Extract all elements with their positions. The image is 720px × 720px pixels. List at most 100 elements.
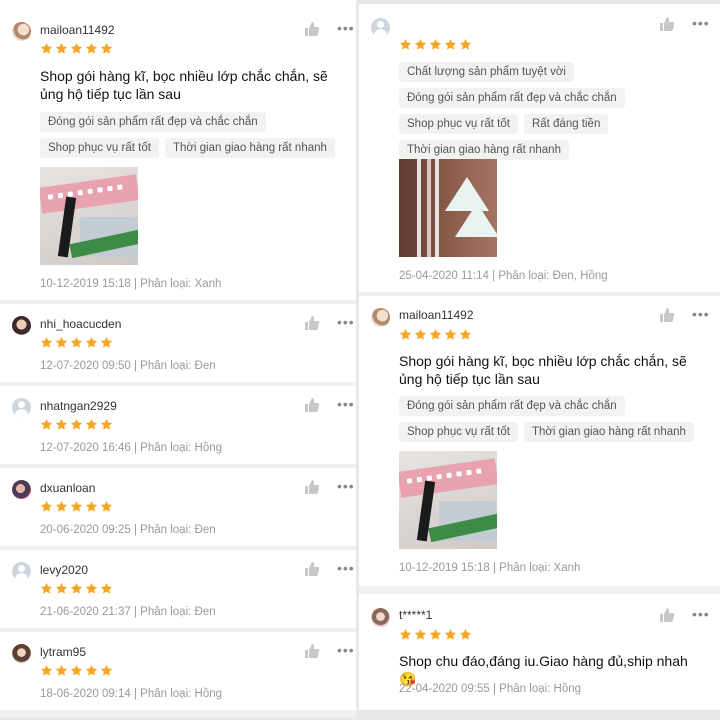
review-divider <box>359 586 720 594</box>
star-icon <box>429 38 442 50</box>
star-icon <box>100 418 113 430</box>
review-card: nhatngan2929 ••• 12-07-2020 16:46 | Phân… <box>0 386 356 464</box>
star-icon <box>459 628 472 640</box>
review-tag: Đóng gói sản phẩm rất đẹp và chắc chắn <box>399 88 625 108</box>
user-avatar[interactable] <box>12 644 31 663</box>
thumbs-up-icon[interactable] <box>659 307 675 323</box>
review-username[interactable]: mailoan11492 <box>40 23 115 37</box>
more-options-icon[interactable]: ••• <box>337 643 355 657</box>
more-options-icon[interactable]: ••• <box>692 307 710 321</box>
more-options-icon[interactable]: ••• <box>337 479 355 493</box>
star-icon <box>444 628 457 640</box>
star-icon <box>399 328 412 340</box>
thumbs-up-icon[interactable] <box>659 607 675 623</box>
star-icon <box>85 42 98 54</box>
review-meta: 18-06-2020 09:14 | Phân loại: Hồng <box>40 688 223 700</box>
thumbs-up-icon[interactable] <box>304 315 320 331</box>
review-username[interactable]: nhi_hoacucden <box>40 317 121 331</box>
default-avatar-icon[interactable] <box>12 562 31 581</box>
star-icon <box>55 418 68 430</box>
review-tags: Đóng gói sản phẩm rất đẹp và chắc chắn S… <box>40 112 348 158</box>
user-avatar[interactable] <box>12 316 31 335</box>
star-icon <box>40 418 53 430</box>
star-icon <box>459 328 472 340</box>
user-avatar[interactable] <box>371 308 390 327</box>
star-icon <box>85 582 98 594</box>
more-options-icon[interactable]: ••• <box>692 607 710 621</box>
review-tag: Shop phục vụ rất tốt <box>399 114 518 134</box>
review-photo[interactable] <box>399 451 497 549</box>
more-options-icon[interactable]: ••• <box>337 397 355 411</box>
review-card: dxuanloan ••• 20-06-2020 09:25 | Phân lo… <box>0 468 356 546</box>
rating-stars <box>40 582 113 596</box>
review-username[interactable]: nhatngan2929 <box>40 399 117 413</box>
star-icon <box>40 582 53 594</box>
review-tag: Đóng gói sản phẩm rất đẹp và chắc chắn <box>40 112 266 132</box>
star-icon <box>85 418 98 430</box>
more-options-icon[interactable]: ••• <box>692 16 710 30</box>
review-tag: Đóng gói sản phẩm rất đẹp và chắc chắn <box>399 396 625 416</box>
review-card: t*****1 ••• Shop chu đáo,đáng iu.Giao hà… <box>359 594 720 710</box>
review-photo[interactable] <box>40 167 138 265</box>
review-meta: 21-06-2020 21:37 | Phân loại: Đen <box>40 606 216 618</box>
star-icon <box>40 42 53 54</box>
review-username[interactable]: t*****1 <box>399 608 432 622</box>
more-options-icon[interactable]: ••• <box>337 561 355 575</box>
review-card: ••• Chất lượng sản phẩm tuyệt vời Đóng g… <box>359 4 720 292</box>
star-icon <box>85 664 98 676</box>
thumbs-up-icon[interactable] <box>304 643 320 659</box>
review-tag: Rất đáng tiền <box>523 114 609 134</box>
review-divider <box>0 710 356 718</box>
review-card: mailoan11492 ••• Shop gói hàng kĩ, bọc n… <box>0 0 356 300</box>
review-meta: 10-12-2019 15:18 | Phân loại: Xanh <box>399 562 581 574</box>
review-username[interactable]: mailoan11492 <box>399 308 474 322</box>
thumbs-up-icon[interactable] <box>304 479 320 495</box>
review-card: levy2020 ••• 21-06-2020 21:37 | Phân loạ… <box>0 550 356 628</box>
review-meta: 20-06-2020 09:25 | Phân loại: Đen <box>40 524 216 536</box>
review-card: lytram95 ••• 18-06-2020 09:14 | Phân loạ… <box>0 632 356 710</box>
star-icon <box>40 336 53 348</box>
review-comment: Shop gói hàng kĩ, bọc nhiều lớp chắc chắ… <box>399 353 687 387</box>
star-icon <box>100 42 113 54</box>
star-icon <box>399 38 412 50</box>
review-username[interactable]: lytram95 <box>40 645 86 659</box>
more-options-icon[interactable]: ••• <box>337 21 355 35</box>
thumbs-up-icon[interactable] <box>304 397 320 413</box>
more-options-icon[interactable]: ••• <box>337 315 355 329</box>
user-avatar[interactable] <box>12 480 31 499</box>
thumbs-up-icon[interactable] <box>659 16 675 32</box>
default-avatar-icon[interactable] <box>371 18 390 37</box>
thumbs-up-icon[interactable] <box>304 561 320 577</box>
review-card: mailoan11492 ••• Shop gói hàng kĩ, bọc n… <box>359 296 720 586</box>
review-tag: Shop phục vụ rất tốt <box>40 138 159 158</box>
review-username[interactable]: dxuanloan <box>40 481 95 495</box>
left-review-column: mailoan11492 ••• Shop gói hàng kĩ, bọc n… <box>0 0 356 720</box>
star-icon <box>85 500 98 512</box>
rating-stars <box>399 628 472 642</box>
star-icon <box>444 328 457 340</box>
rating-stars <box>40 418 113 432</box>
star-icon <box>100 582 113 594</box>
review-tag: Thời gian giao hàng rất nhanh <box>523 422 694 442</box>
rating-stars <box>399 328 472 342</box>
star-icon <box>429 328 442 340</box>
star-icon <box>55 336 68 348</box>
review-meta: 12-07-2020 16:46 | Phân loại: Hồng <box>40 442 223 454</box>
review-photo[interactable] <box>399 159 497 257</box>
review-tag: Shop phục vụ rất tốt <box>399 422 518 442</box>
star-icon <box>100 336 113 348</box>
star-icon <box>55 42 68 54</box>
review-tag: Thời gian giao hàng rất nhanh <box>164 138 335 158</box>
star-icon <box>70 418 83 430</box>
rating-stars <box>40 336 113 350</box>
star-icon <box>70 582 83 594</box>
star-icon <box>444 38 457 50</box>
user-avatar[interactable] <box>371 608 390 627</box>
user-avatar[interactable] <box>12 22 31 41</box>
default-avatar-icon[interactable] <box>12 398 31 417</box>
star-icon <box>55 500 68 512</box>
review-username[interactable]: levy2020 <box>40 563 88 577</box>
star-icon <box>85 336 98 348</box>
right-review-column: ••• Chất lượng sản phẩm tuyệt vời Đóng g… <box>359 0 720 720</box>
thumbs-up-icon[interactable] <box>304 21 320 37</box>
